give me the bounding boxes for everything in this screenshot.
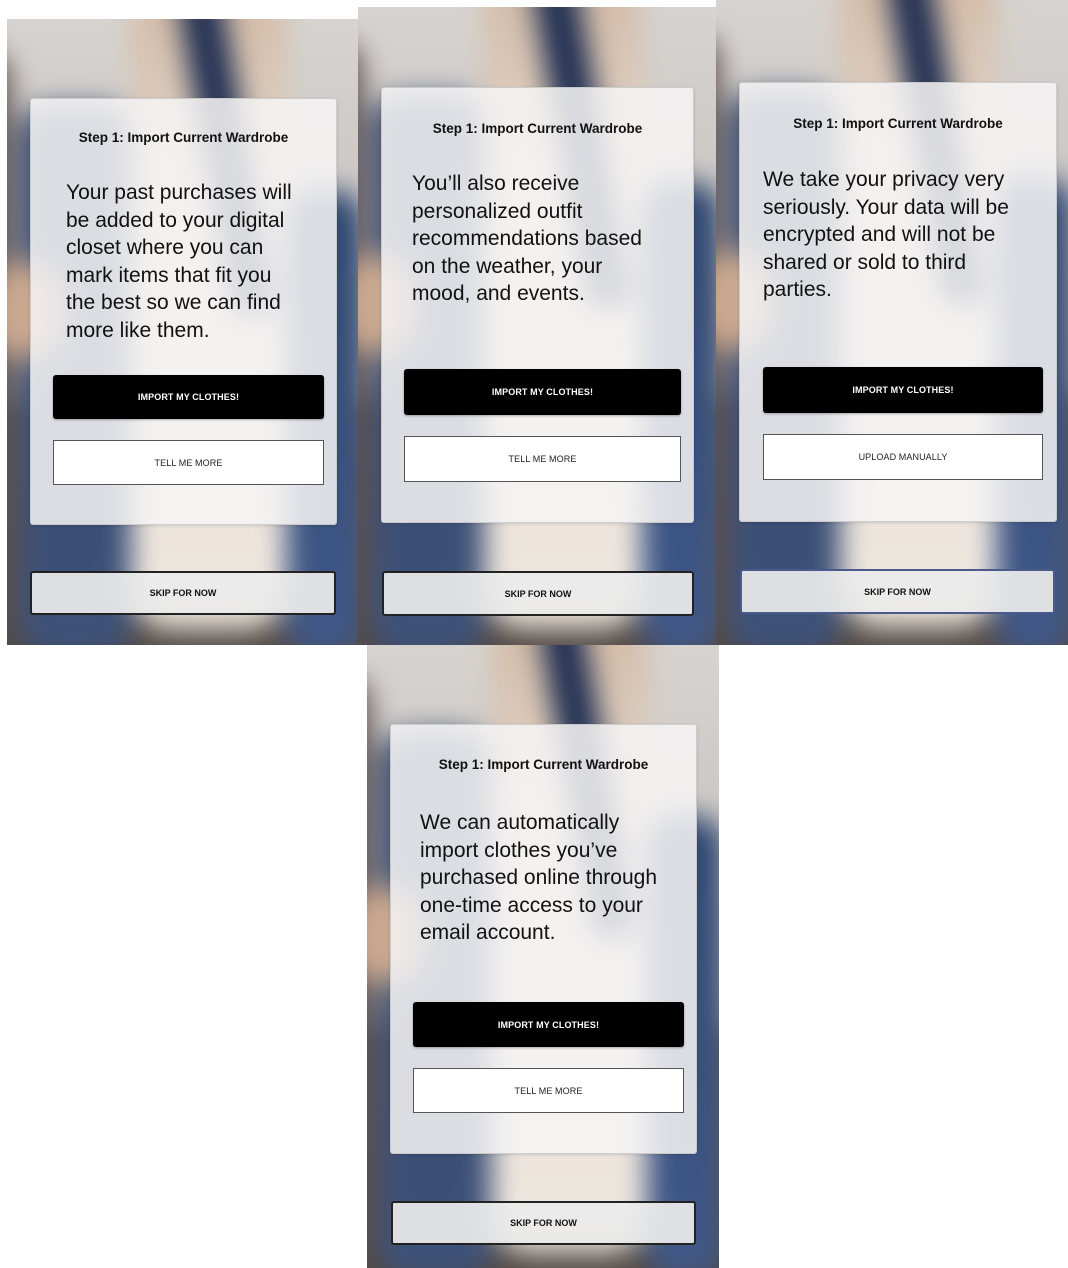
import-clothes-button[interactable]: IMPORT MY CLOTHES! (413, 1002, 684, 1047)
skip-for-now-button[interactable]: SKIP FOR NOW (382, 571, 694, 616)
skip-for-now-button[interactable]: SKIP FOR NOW (30, 571, 336, 615)
info-card: Step 1: Import Current Wardrobe Your pas… (30, 98, 337, 525)
import-clothes-button[interactable]: IMPORT MY CLOTHES! (763, 367, 1043, 413)
step-title: Step 1: Import Current Wardrobe (793, 116, 1003, 131)
skip-for-now-button[interactable]: SKIP FOR NOW (740, 569, 1055, 614)
onboarding-screen-1: Step 1: Import Current Wardrobe Your pas… (7, 19, 358, 645)
tell-me-more-button[interactable]: TELL ME MORE (413, 1068, 684, 1113)
info-text: We can automatically import clothes you’… (420, 811, 658, 944)
info-card: Step 1: Import Current Wardrobe We take … (739, 82, 1057, 522)
info-card: Step 1: Import Current Wardrobe We can a… (390, 724, 697, 1154)
tell-me-more-button[interactable]: TELL ME MORE (53, 440, 324, 485)
info-text: You’ll also receive personalized outfit … (412, 172, 642, 305)
tell-me-more-button[interactable]: TELL ME MORE (404, 436, 681, 482)
onboarding-screen-3: Step 1: Import Current Wardrobe We take … (716, 0, 1068, 645)
info-text: We take your privacy very seriously. You… (763, 168, 1009, 301)
info-text: Your past purchases will be added to you… (66, 181, 292, 342)
onboarding-screen-2: Step 1: Import Current Wardrobe You’ll a… (358, 7, 716, 645)
info-card: Step 1: Import Current Wardrobe You’ll a… (381, 87, 694, 523)
step-title: Step 1: Import Current Wardrobe (78, 130, 289, 145)
upload-manually-button[interactable]: UPLOAD MANUALLY (763, 434, 1043, 480)
skip-for-now-button[interactable]: SKIP FOR NOW (391, 1201, 696, 1245)
import-clothes-button[interactable]: IMPORT MY CLOTHES! (404, 369, 681, 415)
import-clothes-button[interactable]: IMPORT MY CLOTHES! (53, 375, 324, 419)
onboarding-screen-4: Step 1: Import Current Wardrobe We can a… (367, 645, 719, 1268)
step-title: Step 1: Import Current Wardrobe (438, 757, 649, 772)
step-title: Step 1: Import Current Wardrobe (432, 121, 643, 136)
